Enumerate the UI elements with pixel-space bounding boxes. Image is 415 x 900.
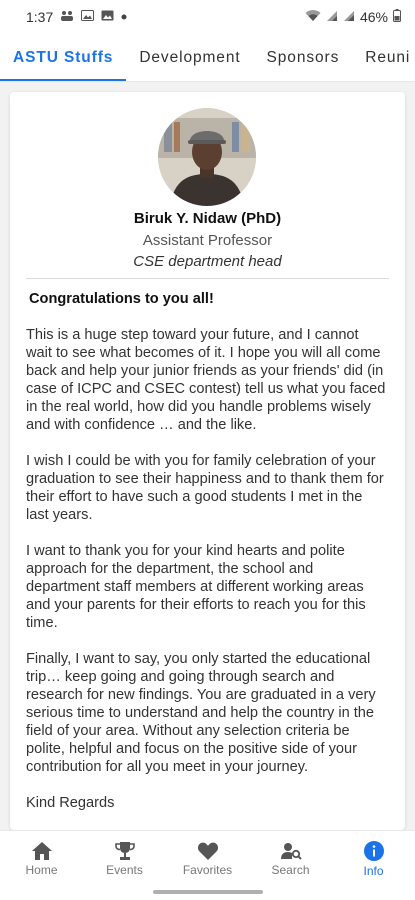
nav-info[interactable]: Info	[332, 831, 415, 886]
tab-sponsors[interactable]: Sponsors	[254, 34, 353, 81]
teams-icon	[60, 10, 74, 25]
avatar	[158, 108, 256, 206]
message-card: Biruk Y. Nidaw (PhD) Assistant Professor…	[10, 92, 405, 830]
bottom-nav: Home Events Favorites Search Info	[0, 830, 415, 886]
tab-reunion[interactable]: Reuni	[352, 34, 415, 81]
top-tabs: ASTU Stuffs Development Sponsors Reuni	[0, 34, 415, 82]
status-right: 46%	[305, 9, 401, 25]
message-greeting: Congratulations to you all!	[29, 291, 214, 307]
tab-astu-stuffs[interactable]: ASTU Stuffs	[0, 34, 127, 81]
info-icon	[363, 840, 385, 862]
nav-search[interactable]: Search	[249, 831, 332, 886]
message-closing: Kind Regards	[26, 795, 115, 811]
nav-favorites-label: Favorites	[182, 862, 233, 877]
signal-icon	[326, 10, 338, 25]
divider	[26, 278, 389, 279]
home-icon	[31, 841, 53, 861]
battery-icon	[393, 9, 401, 25]
gesture-bar[interactable]	[153, 890, 263, 894]
battery-text: 46%	[359, 9, 388, 25]
wifi-icon	[305, 9, 321, 25]
status-time: 1:37	[26, 9, 54, 25]
nav-events-label: Events	[106, 862, 143, 877]
image-icon	[101, 10, 114, 24]
message-paragraph: Finally, I want to say, you only started…	[26, 651, 376, 775]
profile-name: Biruk Y. Nidaw (PhD)	[133, 210, 282, 227]
nav-favorites[interactable]: Favorites	[166, 831, 249, 886]
person-search-icon	[280, 841, 302, 861]
status-bar: 1:37 46%	[0, 0, 415, 34]
nav-info-label: Info	[363, 863, 384, 878]
tab-development[interactable]: Development	[126, 34, 253, 81]
image-icon	[81, 10, 95, 24]
profile-role: CSE department head	[133, 253, 282, 270]
heart-icon	[197, 841, 219, 861]
trophy-icon	[114, 841, 136, 861]
message-paragraph: This is a huge step toward your future, …	[26, 327, 386, 433]
nav-home-label: Home	[25, 862, 58, 877]
dot-icon	[121, 11, 127, 23]
message-paragraph: I wish I could be with you for family ce…	[26, 453, 384, 523]
nav-events[interactable]: Events	[83, 831, 166, 886]
status-left: 1:37	[26, 9, 127, 25]
nav-search-label: Search	[271, 862, 310, 877]
message-paragraph: I want to thank you for your kind hearts…	[26, 543, 366, 631]
profile-title: Assistant Professor	[142, 232, 273, 249]
nav-home[interactable]: Home	[0, 831, 83, 886]
message-body: Congratulations to you all! This is a hu…	[26, 290, 387, 830]
signal-icon	[343, 10, 355, 25]
